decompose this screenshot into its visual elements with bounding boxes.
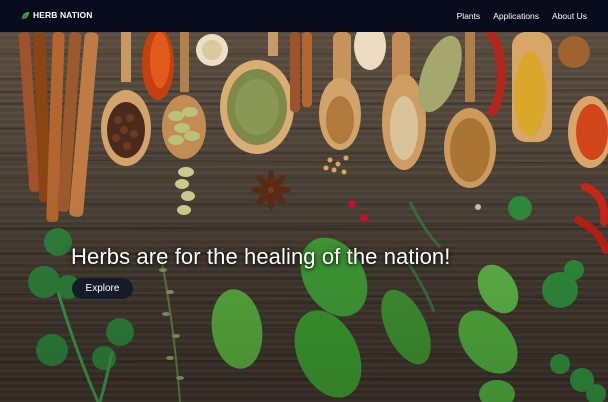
hero-headline: Herbs are for the healing of the nation!: [71, 244, 451, 269]
navbar: HERB NATION Plants Applications About Us: [0, 0, 608, 32]
hero-background-image: [0, 32, 608, 402]
hero-section: Herbs are for the healing of the nation!…: [0, 32, 608, 402]
nav-links: Plants Applications About Us: [457, 11, 587, 21]
leaf-icon: [21, 11, 30, 19]
explore-button[interactable]: Explore: [72, 278, 133, 299]
nav-link-about-us[interactable]: About Us: [552, 11, 587, 21]
nav-link-applications[interactable]: Applications: [493, 11, 539, 21]
brand-name: HERB NATION: [33, 10, 93, 20]
brand-logo[interactable]: HERB NATION: [21, 10, 93, 20]
nav-link-plants[interactable]: Plants: [457, 11, 481, 21]
